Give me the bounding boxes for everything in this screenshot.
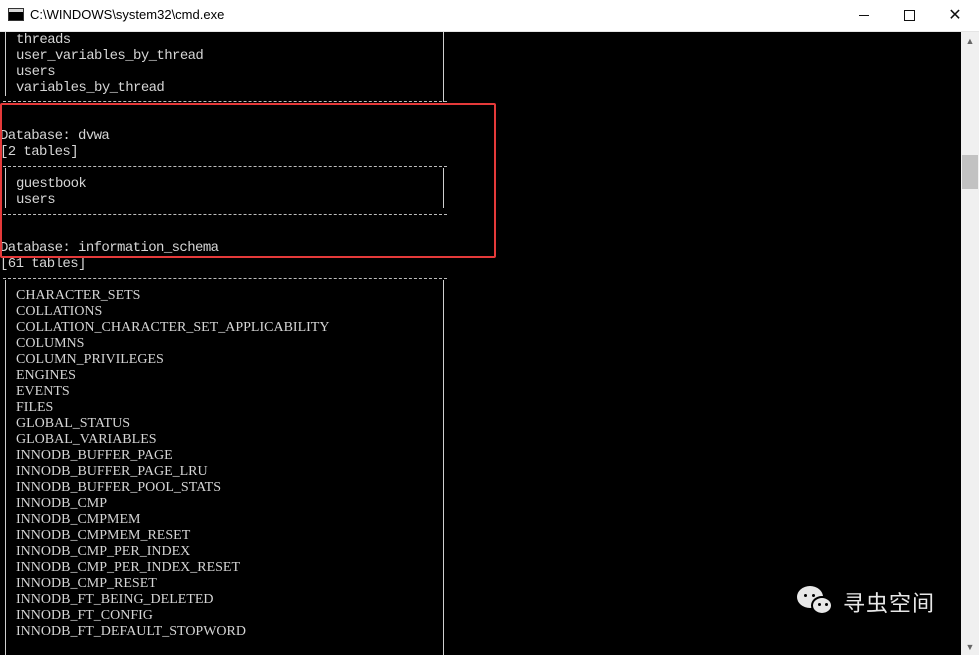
table-name-line: INNODB_CMP_PER_INDEX_RESET <box>16 560 241 575</box>
close-icon: ✕ <box>948 6 962 24</box>
table-name-line: INNODB_BUFFER_PAGE_LRU <box>16 464 208 479</box>
table-name-line: COLUMNS <box>16 336 85 351</box>
table-separator <box>3 101 447 102</box>
console-app-icon[interactable] <box>8 8 24 21</box>
table-name-line: INNODB_CMP_RESET <box>16 576 157 591</box>
chevron-down-icon: ▼ <box>965 641 975 652</box>
scroll-up-button[interactable]: ▲ <box>961 32 979 49</box>
table-name-line: INNODB_FT_DEFAULT_STOPWORD <box>16 624 246 639</box>
scroll-down-button[interactable]: ▼ <box>961 638 979 655</box>
maximize-icon <box>903 10 915 21</box>
watermark-text: 寻虫空间 <box>843 592 936 617</box>
table-border-left <box>5 32 6 96</box>
table-border-right <box>443 32 444 102</box>
table-name-line: ENGINES <box>16 368 76 383</box>
table-name-line: GLOBAL_STATUS <box>16 416 130 431</box>
table-name-line: INNODB_CMPMEM_RESET <box>16 528 191 543</box>
table-border-left <box>5 280 6 655</box>
window-title: C:\WINDOWS\system32\cmd.exe <box>30 7 225 22</box>
table-count-line: [61 tables] <box>0 256 86 272</box>
cmd-window: C:\WINDOWS\system32\cmd.exe ✕ threads us… <box>0 0 979 655</box>
table-name-line: COLLATIONS <box>16 304 103 319</box>
table-name-line: INNODB_BUFFER_PAGE <box>16 448 173 463</box>
minimize-icon <box>859 15 869 16</box>
table-name-line: users <box>16 64 56 80</box>
table-name-line: variables_by_thread <box>16 80 165 96</box>
table-name-line: FILES <box>16 400 54 415</box>
table-name-line: COLLATION_CHARACTER_SET_APPLICABILITY <box>16 320 330 335</box>
table-name-line: INNODB_CMPMEM <box>16 512 141 527</box>
vertical-scrollbar[interactable]: ▲ ▼ <box>961 32 979 655</box>
close-button[interactable]: ✕ <box>932 0 978 31</box>
table-name-line: user_variables_by_thread <box>16 48 204 64</box>
table-name-line: threads <box>16 32 71 48</box>
table-name-line: COLUMN_PRIVILEGES <box>16 352 164 367</box>
table-name-line: INNODB_CMP_PER_INDEX <box>16 544 191 559</box>
title-bar[interactable]: C:\WINDOWS\system32\cmd.exe ✕ <box>0 0 979 32</box>
table-name-line: INNODB_CMP <box>16 496 108 511</box>
scroll-thumb[interactable] <box>962 155 978 189</box>
table-name-line: CHARACTER_SETS <box>16 288 141 303</box>
table-name-line: INNODB_BUFFER_POOL_STATS <box>16 480 222 495</box>
table-name-line: GLOBAL_VARIABLES <box>16 432 157 447</box>
wechat-icon <box>797 586 835 618</box>
chevron-up-icon: ▲ <box>965 35 975 46</box>
table-name-line: INNODB_FT_BEING_DELETED <box>16 592 214 607</box>
table-separator <box>3 278 447 279</box>
minimize-button[interactable] <box>841 0 887 31</box>
table-name-line: EVENTS <box>16 384 70 399</box>
maximize-button[interactable] <box>886 0 932 31</box>
table-name-line: INNODB_FT_CONFIG <box>16 608 153 623</box>
watermark: 寻虫空间 <box>797 586 935 618</box>
table-border-right <box>443 280 444 655</box>
highlight-box <box>0 103 496 258</box>
